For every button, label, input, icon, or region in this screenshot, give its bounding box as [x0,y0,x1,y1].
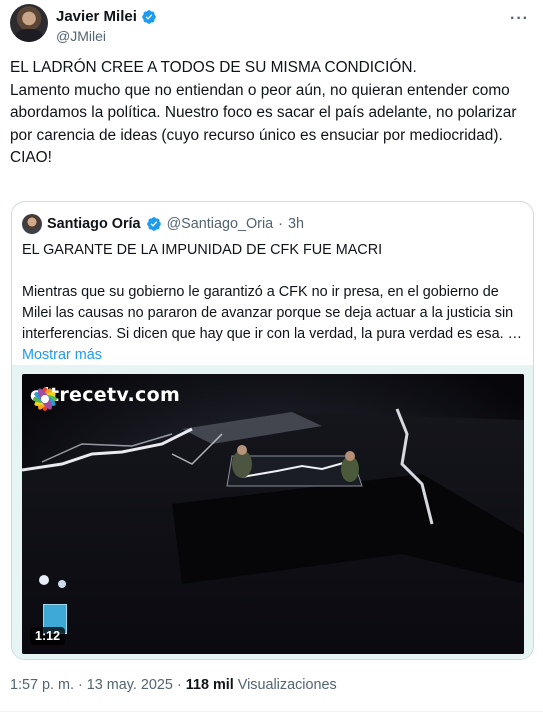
quoted-spacer [22,261,525,282]
tweet-footer: 1:57 p. m. · 13 may. 2025 · 118 mil Visu… [10,677,337,693]
verified-badge-icon [142,9,156,24]
tweet-header: Javier Milei @JMilei ··· [10,4,535,46]
quoted-separator: · [278,216,283,232]
divider [0,711,543,712]
post-time[interactable]: 1:57 p. m. [10,677,74,693]
tweet-paragraph: Lamento mucho que no entiendan o peor aú… [10,81,521,144]
tweet-paragraph: CIAO! [10,149,52,166]
author-handle[interactable]: @JMilei [56,28,106,44]
video-player[interactable]: eltrecetv.com 1:12 [22,374,524,654]
author-name[interactable]: Javier Milei [56,8,137,25]
quoted-media: eltrecetv.com 1:12 [12,365,533,659]
views-count: 118 mil [185,677,234,693]
video-duration: 1:12 [30,627,66,645]
quoted-headline: EL GARANTE DE LA IMPUNIDAD DE CFK FUE MA… [22,242,383,258]
footer-separator: · [78,677,83,693]
quoted-body: Mientras que su gobierno le garantizó a … [22,284,522,342]
tweet: Javier Milei @JMilei ··· EL LADRÓN CREE … [0,0,543,720]
quoted-author-name: Santiago Oría [47,216,141,232]
footer-separator: · [176,677,182,693]
video-frame-illustration [22,374,524,654]
more-horizontal-icon[interactable]: ··· [510,10,529,28]
quoted-author-handle: @Santiago_Oria [166,216,274,232]
views-label: Visualizaciones [237,677,337,693]
show-more-link[interactable]: Mostrar más [22,345,525,366]
tweet-text: EL LADRÓN CREE A TODOS DE SU MISMA CONDI… [10,57,535,170]
verified-badge-icon [146,217,161,231]
quoted-text: EL GARANTE DE LA IMPUNIDAD DE CFK FUE MA… [22,240,525,366]
quoted-header: Santiago Oría @Santiago_Oria · 3h [22,214,304,234]
post-date[interactable]: 13 may. 2025 [87,677,173,693]
quoted-avatar [22,214,42,234]
author-name-row: Javier Milei [56,8,157,25]
author-avatar[interactable] [10,4,48,42]
tweet-paragraph: EL LADRÓN CREE A TODOS DE SU MISMA CONDI… [10,59,417,76]
channel-logo: eltrecetv.com [30,384,180,411]
quoted-timestamp: 3h [287,216,304,232]
quoted-tweet[interactable]: Santiago Oría @Santiago_Oria · 3h EL GAR… [11,201,534,660]
eltrece-flower-icon [33,387,57,411]
